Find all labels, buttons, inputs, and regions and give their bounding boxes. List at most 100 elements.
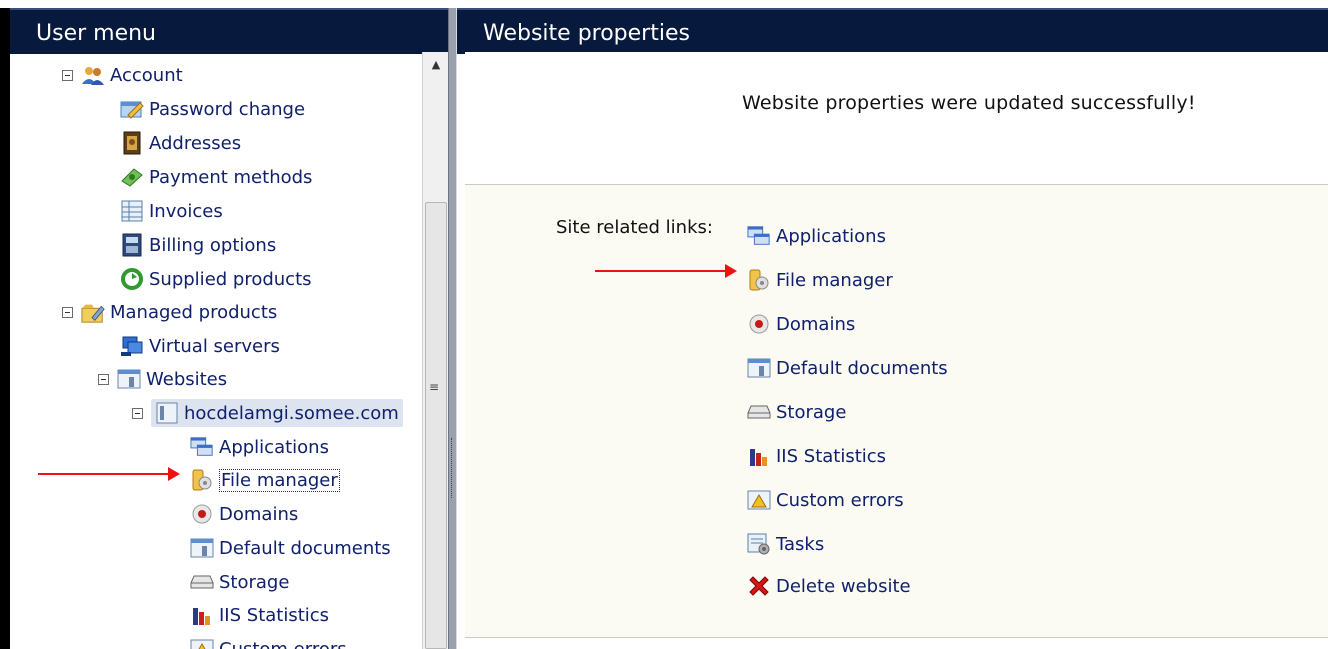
tree-label: Addresses	[149, 132, 242, 154]
tree-label: Supplied products	[149, 268, 312, 290]
tree-label: Applications	[219, 436, 329, 458]
tree-item-iis-statistics[interactable]: IIS Statistics	[190, 600, 329, 630]
file-manager-icon	[747, 268, 771, 292]
tree-item-custom-errors[interactable]: Custom errors	[190, 634, 347, 649]
scroll-up-arrow[interactable]: ▲	[423, 52, 448, 76]
tree-label: hocdelamgi.somee.com	[184, 402, 399, 424]
tree-item-addresses[interactable]: Addresses	[120, 128, 241, 158]
default-documents-icon	[190, 536, 214, 560]
tree-item-billing-options[interactable]: Billing options	[120, 230, 276, 260]
link-label: File manager	[776, 269, 893, 291]
link-iis-statistics[interactable]: IIS Statistics	[747, 441, 886, 471]
site-related-links: Site related links: Applications File ma…	[465, 184, 1328, 638]
tree-label: Invoices	[149, 200, 223, 222]
websites-icon	[117, 367, 141, 391]
storage-icon	[747, 400, 771, 424]
collapse-toggle[interactable]	[62, 69, 73, 81]
collapse-toggle[interactable]	[62, 306, 73, 318]
money-icon	[120, 165, 144, 189]
tree-item-storage[interactable]: Storage	[190, 567, 289, 597]
link-label: Storage	[776, 401, 847, 423]
file-manager-icon	[190, 468, 214, 492]
link-storage[interactable]: Storage	[747, 397, 846, 427]
link-tasks[interactable]: Tasks	[747, 529, 824, 559]
link-label: Default documents	[776, 357, 948, 379]
tree-item-default-documents[interactable]: Default documents	[190, 533, 391, 563]
tree-label: IIS Statistics	[219, 604, 330, 626]
selected-site-node[interactable]: hocdelamgi.somee.com	[151, 399, 403, 427]
applications-icon	[747, 224, 771, 248]
delete-icon	[747, 574, 771, 598]
window-left-border	[0, 8, 10, 649]
warning-icon	[747, 488, 771, 512]
user-menu-title: User menu	[10, 8, 448, 54]
tree-item-file-manager[interactable]: File manager	[190, 465, 340, 495]
link-label: Tasks	[776, 533, 825, 555]
link-label: Delete website	[776, 575, 911, 597]
tree-item-password-change[interactable]: Password change	[120, 94, 305, 124]
tree-label: Billing options	[149, 234, 277, 256]
tree-label: Websites	[146, 368, 228, 390]
tree-label: Account	[110, 64, 183, 86]
bar-chart-icon	[747, 444, 771, 468]
virtual-servers-icon	[120, 334, 144, 358]
domains-icon	[190, 502, 214, 526]
tree-label: Custom errors	[219, 638, 347, 649]
address-book-icon	[120, 131, 144, 155]
password-change-icon	[120, 97, 144, 121]
user-menu-tree: Account Password change Addresses Paymen…	[10, 52, 422, 649]
tree-node-managed-products[interactable]: Managed products	[62, 297, 277, 327]
annotation-arrow-right	[595, 264, 737, 278]
billing-options-icon	[120, 233, 144, 257]
tree-item-invoices[interactable]: Invoices	[120, 196, 223, 226]
tree-node-websites[interactable]: Websites	[98, 364, 227, 394]
invoice-icon	[120, 199, 144, 223]
storage-icon	[190, 570, 214, 594]
tree-item-applications[interactable]: Applications	[190, 432, 329, 462]
link-applications[interactable]: Applications	[747, 221, 886, 251]
link-label: Domains	[776, 313, 856, 335]
scroll-thumb[interactable]	[425, 202, 447, 649]
tree-label: File manager	[219, 468, 340, 492]
scroll-grip-icon: ≡	[429, 380, 440, 394]
tree-label: Password change	[149, 98, 306, 120]
splitter-grip	[451, 438, 455, 498]
success-area: Website properties were updated successf…	[465, 52, 1328, 185]
website-properties-panel: Website properties Website properties we…	[457, 8, 1328, 649]
link-delete-website[interactable]: Delete website	[747, 571, 911, 601]
applications-icon	[190, 435, 214, 459]
bar-chart-icon	[190, 603, 214, 627]
link-domains[interactable]: Domains	[747, 309, 855, 339]
tree-item-payment-methods[interactable]: Payment methods	[120, 162, 312, 192]
warning-icon	[190, 637, 214, 649]
website-properties-title: Website properties	[457, 8, 1328, 54]
link-label: IIS Statistics	[776, 445, 887, 467]
website-icon	[155, 401, 179, 425]
tree-label: Storage	[219, 571, 290, 593]
panel-splitter[interactable]	[448, 8, 457, 649]
tasks-icon	[747, 532, 771, 556]
link-label: Applications	[776, 225, 886, 247]
tree-scrollbar[interactable]: ▲ ≡	[422, 52, 448, 649]
domains-icon	[747, 312, 771, 336]
user-menu-panel: User menu Account Password change Addres…	[10, 8, 448, 649]
top-frame	[0, 0, 1328, 8]
link-default-documents[interactable]: Default documents	[747, 353, 948, 383]
tree-item-supplied-products[interactable]: Supplied products	[120, 264, 312, 294]
link-custom-errors[interactable]: Custom errors	[747, 485, 904, 515]
tree-label: Payment methods	[149, 166, 313, 188]
tree-node-site[interactable]: hocdelamgi.somee.com	[132, 398, 403, 428]
links-caption: Site related links:	[556, 217, 713, 238]
tree-node-account[interactable]: Account	[62, 60, 183, 90]
supplied-products-icon	[120, 267, 144, 291]
tree-item-virtual-servers[interactable]: Virtual servers	[120, 331, 280, 361]
managed-products-icon	[81, 300, 105, 324]
annotation-arrow-left	[38, 467, 180, 481]
default-documents-icon	[747, 356, 771, 380]
link-file-manager[interactable]: File manager	[747, 265, 893, 295]
collapse-toggle[interactable]	[132, 407, 143, 419]
tree-label: Default documents	[219, 537, 391, 559]
tree-item-domains[interactable]: Domains	[190, 499, 298, 529]
users-icon	[81, 63, 105, 87]
collapse-toggle[interactable]	[98, 373, 109, 385]
